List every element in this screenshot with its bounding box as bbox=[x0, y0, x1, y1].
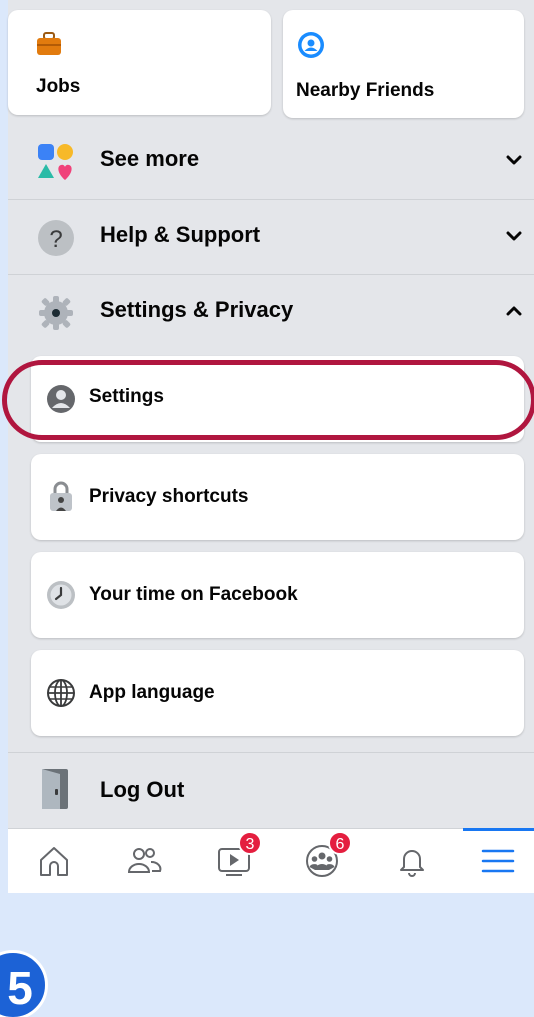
tab-friends[interactable] bbox=[118, 837, 170, 889]
menu-help-support[interactable]: ? Help & Support bbox=[8, 199, 534, 273]
bell-icon bbox=[400, 850, 424, 877]
tab-home[interactable] bbox=[28, 837, 80, 889]
groups-badge: 6 bbox=[328, 831, 352, 855]
settings-privacy-label: Settings & Privacy bbox=[100, 297, 294, 322]
log-out-label: Log Out bbox=[100, 777, 185, 802]
door-icon bbox=[36, 767, 76, 809]
menu-log-out[interactable]: Log Out bbox=[8, 752, 534, 826]
menu-screen: Jobs Nearby Friends See more ? Help & Su… bbox=[8, 0, 534, 893]
shapes-icon bbox=[36, 142, 76, 182]
shortcut-nearby-label: Nearby Friends bbox=[296, 80, 435, 101]
chevron-down-icon[interactable] bbox=[504, 226, 524, 246]
chevron-down-icon[interactable] bbox=[504, 150, 524, 170]
friends-icon bbox=[127, 848, 162, 873]
tab-groups[interactable]: 6 bbox=[296, 831, 352, 889]
help-support-label: Help & Support bbox=[100, 222, 261, 247]
submenu-app-language-label: App language bbox=[89, 682, 215, 703]
nearby-friends-icon bbox=[296, 30, 326, 65]
shortcut-jobs[interactable]: Jobs bbox=[8, 10, 271, 115]
submenu-your-time[interactable]: Your time on Facebook bbox=[31, 552, 524, 638]
step-number-badge: 5 bbox=[0, 950, 48, 1017]
question-icon: ? bbox=[36, 218, 76, 258]
see-more-label: See more bbox=[100, 146, 200, 171]
gear-icon bbox=[36, 293, 76, 333]
tab-watch[interactable]: 3 bbox=[208, 831, 262, 889]
menu-see-more[interactable]: See more bbox=[8, 124, 534, 198]
globe-icon bbox=[46, 678, 76, 708]
submenu-your-time-label: Your time on Facebook bbox=[89, 584, 298, 605]
submenu-app-language[interactable]: App language bbox=[31, 650, 524, 736]
bottom-tab-bar: 3 6 bbox=[8, 828, 534, 893]
submenu-privacy-shortcuts[interactable]: Privacy shortcuts bbox=[31, 454, 524, 540]
tab-notifications[interactable] bbox=[386, 837, 438, 889]
settings-highlight-ring bbox=[2, 360, 534, 440]
briefcase-icon bbox=[36, 32, 62, 61]
menu-settings-privacy[interactable]: Settings & Privacy bbox=[8, 274, 534, 348]
hamburger-icon bbox=[481, 849, 515, 873]
lock-icon bbox=[46, 480, 76, 511]
home-icon bbox=[40, 847, 68, 876]
active-tab-indicator bbox=[463, 828, 534, 831]
submenu-privacy-label: Privacy shortcuts bbox=[89, 486, 249, 507]
watch-badge: 3 bbox=[238, 831, 262, 855]
clock-icon bbox=[46, 580, 76, 610]
shortcut-nearby-friends[interactable]: Nearby Friends bbox=[283, 10, 524, 118]
chevron-up-icon[interactable] bbox=[504, 301, 524, 321]
shortcut-jobs-label: Jobs bbox=[36, 76, 81, 97]
svg-text:?: ? bbox=[49, 226, 62, 253]
tab-menu[interactable] bbox=[472, 837, 524, 889]
